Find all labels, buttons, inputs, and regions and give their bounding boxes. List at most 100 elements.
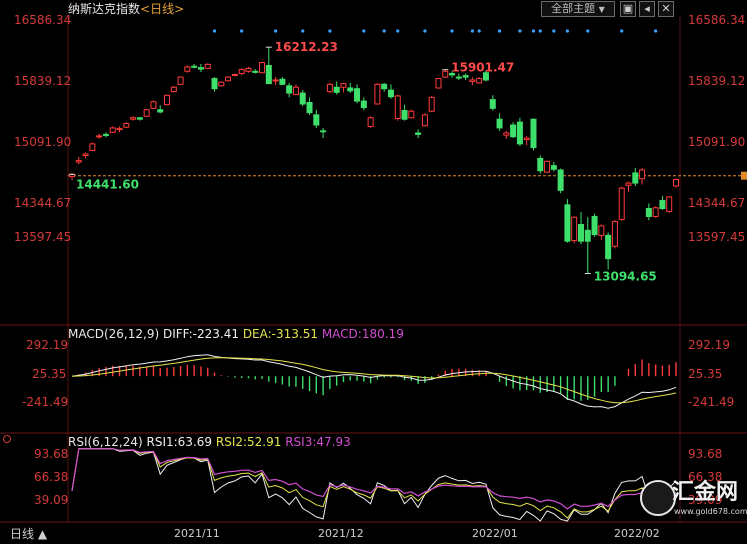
chart-canvas[interactable]: 16212.23 15901.47 14441.60 13094.65 (0, 0, 747, 544)
candle-body (347, 87, 354, 92)
annotation-label: 13094.65 (594, 270, 657, 284)
candle-body (523, 137, 530, 141)
event-dot[interactable] (273, 29, 278, 33)
candle-body (605, 234, 612, 260)
event-dot[interactable] (362, 29, 366, 33)
event-dot[interactable] (301, 29, 305, 33)
candle-body (136, 117, 143, 120)
index-name: 纳斯达克指数 (68, 2, 141, 16)
candle-body (577, 223, 584, 242)
event-dot[interactable] (470, 29, 475, 33)
event-markers[interactable] (212, 29, 658, 33)
event-dot[interactable] (328, 29, 332, 33)
macd-header: MACD(26,12,9) DIFF:-223.41 DEA:-313.51 M… (68, 327, 404, 341)
candle-body (102, 133, 109, 136)
event-dot[interactable] (212, 29, 217, 33)
event-dot[interactable] (654, 29, 658, 33)
candle-body (259, 62, 266, 74)
candle-body (367, 117, 374, 127)
candle-body (333, 86, 340, 93)
candle-body (557, 169, 564, 191)
back-icon[interactable]: ◂ (639, 1, 655, 17)
candle-body (598, 225, 605, 236)
dea-line (71, 357, 677, 404)
rsi-lines (71, 448, 677, 522)
macd-histogram (78, 359, 677, 401)
event-dot[interactable] (531, 29, 536, 33)
rsi3-line (71, 448, 677, 510)
macd-dea-value: DEA:-313.51 (242, 327, 318, 341)
event-dot[interactable] (450, 29, 454, 33)
event-dot[interactable] (565, 29, 570, 33)
rsi-tick-left-1: 93.68 (34, 447, 69, 461)
event-dot[interactable] (497, 29, 502, 33)
event-dot[interactable] (518, 29, 522, 33)
event-dot[interactable] (382, 29, 386, 33)
candle-body (320, 130, 327, 133)
candle-body (292, 86, 299, 96)
price-tick-left-4: 14344.67 (14, 196, 72, 210)
rsi-settings-icon[interactable] (3, 435, 11, 443)
candle-body (476, 78, 483, 84)
candle-body (252, 70, 259, 73)
macd-tick-left-1: 292.19 (26, 338, 68, 352)
event-dot[interactable] (240, 29, 244, 33)
candle-body (170, 86, 177, 93)
candle-body (659, 200, 666, 210)
candle-body (123, 123, 130, 128)
candle-body (489, 99, 496, 109)
candle-body (306, 102, 313, 114)
brand-logo-icon (640, 480, 676, 516)
candle-body (503, 132, 510, 136)
event-dot[interactable] (477, 29, 481, 33)
candle-body (673, 178, 679, 187)
candle-body (639, 169, 646, 180)
event-dot[interactable] (620, 29, 624, 33)
close-icon[interactable]: ✕ (658, 1, 674, 17)
brand-url: www.gold678.com (674, 507, 747, 516)
candle-body (313, 114, 320, 126)
candle-body (428, 96, 435, 112)
candle-body (571, 216, 578, 241)
candle-body (191, 65, 198, 68)
event-dot[interactable] (423, 29, 427, 33)
candle-body (496, 118, 503, 129)
period-toggle[interactable]: 日线 ▲ (10, 527, 47, 541)
candle-body (82, 153, 89, 157)
event-dot[interactable] (538, 29, 542, 33)
candle-body (89, 143, 96, 151)
candle-body (164, 94, 171, 106)
rsi1-value: RSI1:63.69 (146, 435, 213, 449)
candlestick-series[interactable] (69, 47, 679, 274)
candle-body (408, 110, 415, 119)
rsi2-line (71, 448, 677, 519)
chevron-down-icon: ▼ (598, 5, 605, 14)
price-tick-right-1: 16586.34 (688, 13, 746, 27)
event-dot[interactable] (552, 29, 556, 33)
period-link[interactable]: <日线> (140, 2, 184, 16)
candle-body (130, 117, 137, 120)
current-price-marker (741, 171, 747, 180)
candle-body (197, 67, 204, 70)
macd-tick-right-1: 292.19 (688, 338, 730, 352)
candle-body (510, 124, 517, 138)
macd-tick-left-3: -241.49 (22, 395, 69, 409)
event-dot[interactable] (586, 29, 590, 33)
event-dot[interactable] (396, 29, 400, 33)
price-tick-left-2: 15839.12 (14, 74, 72, 88)
candle-body (645, 208, 652, 217)
candle-body (177, 76, 184, 85)
candle-body (96, 135, 103, 138)
candle-body (340, 83, 347, 88)
candle-body (381, 83, 388, 90)
annotation-label: 15901.47 (451, 61, 514, 75)
candle-body (537, 157, 544, 172)
rsi-header: RSI(6,12,24) RSI1:63.69 RSI2:52.91 RSI3:… (68, 435, 351, 449)
price-tick-right-4: 14344.67 (688, 196, 746, 210)
x-label-2: 2021/12 (318, 527, 364, 540)
theme-select-button[interactable]: 全部主题 ▼ (541, 1, 615, 17)
price-tick-left-5: 13597.45 (14, 230, 72, 244)
candle-body (415, 132, 422, 135)
candle-body (286, 85, 293, 94)
window-icon[interactable]: ▣ (620, 1, 636, 17)
